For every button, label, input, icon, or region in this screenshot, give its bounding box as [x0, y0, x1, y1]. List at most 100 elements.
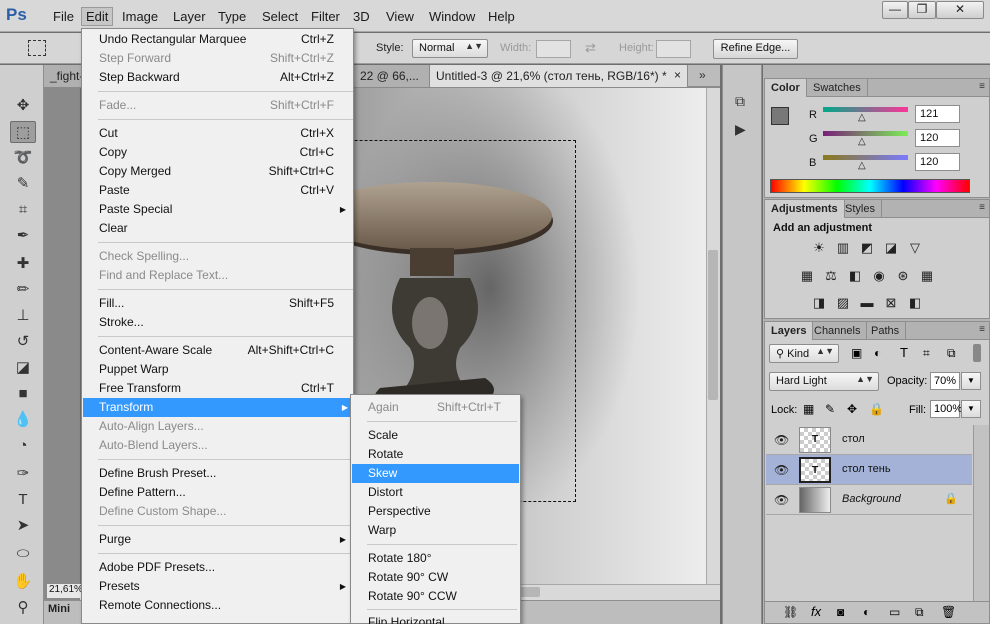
menu-item-check-spelling[interactable]: Check Spelling... — [83, 247, 352, 266]
b-input[interactable]: 120 — [915, 153, 960, 171]
gradient-map-icon[interactable]: ⊠ — [883, 295, 899, 311]
group-folder-icon[interactable]: ▭ — [889, 605, 900, 619]
hue-saturation-icon[interactable]: ▦ — [799, 268, 815, 284]
history-icon[interactable]: ⧉ — [735, 93, 745, 110]
r-input[interactable]: 121 — [915, 105, 960, 123]
menu-item-find-replace[interactable]: Find and Replace Text... — [83, 266, 352, 285]
dodge-tool-icon[interactable]: ◔ — [10, 435, 36, 457]
menu-item-stroke[interactable]: Stroke... — [83, 313, 352, 332]
menu-item-cut[interactable]: Cut Ctrl+X — [83, 124, 352, 143]
menu-select[interactable]: Select — [258, 8, 302, 25]
menu-item-perspective[interactable]: Perspective — [352, 502, 519, 521]
tab-layers[interactable]: Layers — [765, 322, 814, 340]
curves-icon[interactable]: ◩ — [859, 240, 875, 256]
tab-channels[interactable]: Channels — [808, 322, 868, 340]
color-spectrum-bar[interactable] — [770, 179, 970, 193]
layer-row[interactable]: 👁 T стол тень — [766, 455, 972, 485]
menu-item-content-aware-scale[interactable]: Content-Aware Scale Alt+Shift+Ctrl+C — [83, 341, 352, 360]
tab-paths[interactable]: Paths — [865, 322, 907, 340]
channel-mixer-icon[interactable]: ⊛ — [895, 268, 911, 284]
lasso-tool-icon[interactable]: ➰ — [10, 147, 36, 169]
fill-dropdown-icon[interactable]: ▼ — [961, 400, 981, 418]
menu-view[interactable]: View — [382, 8, 418, 25]
opacity-dropdown-icon[interactable]: ▼ — [961, 372, 981, 390]
tab-22[interactable]: 22 @ 66,... — [354, 65, 430, 87]
tab-color[interactable]: Color — [765, 79, 807, 97]
mini-bridge-tab[interactable]: Mini — [48, 603, 82, 619]
menu-item-rotate-180[interactable]: Rotate 180° — [352, 549, 519, 568]
color-lookup-icon[interactable]: ▦ — [919, 268, 935, 284]
menu-item-auto-blend[interactable]: Auto-Blend Layers... — [83, 436, 352, 455]
zoom-tool-icon[interactable]: ⚲ — [10, 597, 36, 619]
visibility-eye-icon[interactable]: 👁 — [774, 463, 789, 477]
filter-type-icon[interactable]: T — [900, 345, 908, 360]
menu-item-again[interactable]: Again Shift+Ctrl+T — [352, 398, 519, 417]
levels-icon[interactable]: ▥ — [835, 240, 851, 256]
menu-item-rotate-90-cw[interactable]: Rotate 90° CW — [352, 568, 519, 587]
opacity-input[interactable]: 70% — [930, 372, 960, 390]
menu-item-define-pattern[interactable]: Define Pattern... — [83, 483, 352, 502]
menu-item-fade[interactable]: Fade... Shift+Ctrl+F — [83, 96, 352, 115]
filter-adjustment-icon[interactable]: ◐ — [874, 346, 881, 360]
menu-item-skew[interactable]: Skew — [352, 464, 519, 483]
color-balance-icon[interactable]: ⚖ — [823, 268, 839, 284]
menu-item-paste-special[interactable]: Paste Special ▶ — [83, 200, 352, 219]
menu-item-transform[interactable]: Transform ▶ — [83, 398, 354, 417]
menu-item-warp[interactable]: Warp — [352, 521, 519, 540]
adjustment-layer-icon[interactable]: ◐ — [863, 605, 870, 619]
menu-item-undo[interactable]: Undo Rectangular Marquee Ctrl+Z — [83, 30, 352, 49]
zoom-readout[interactable]: 21,61% — [47, 584, 83, 598]
swap-icon[interactable]: ⇄ — [585, 40, 596, 56]
menu-filter[interactable]: Filter — [307, 8, 344, 25]
layer-row[interactable]: 👁 Background 🔒 — [766, 485, 972, 515]
menu-item-paste[interactable]: Paste Ctrl+V — [83, 181, 352, 200]
photo-filter-icon[interactable]: ◉ — [871, 268, 887, 284]
menu-item-adobe-pdf-presets[interactable]: Adobe PDF Presets... — [83, 558, 352, 577]
panel-menu-icon[interactable]: ≡ — [979, 81, 985, 92]
rectangular-marquee-tool-icon[interactable]: ⬚ — [10, 121, 36, 143]
foreground-color-swatch[interactable] — [771, 107, 789, 125]
menu-item-define-custom-shape[interactable]: Define Custom Shape... — [83, 502, 352, 521]
menu-item-auto-align[interactable]: Auto-Align Layers... — [83, 417, 352, 436]
menu-layer[interactable]: Layer — [169, 8, 210, 25]
menu-item-step-forward[interactable]: Step Forward Shift+Ctrl+Z — [83, 49, 352, 68]
mask-icon[interactable]: ◙ — [837, 605, 844, 619]
lock-image-icon[interactable]: ✎ — [825, 402, 835, 416]
move-tool-icon[interactable]: ✥ — [10, 95, 36, 117]
filter-kind-select[interactable]: ⚲ Kind ▲▼ — [769, 344, 839, 363]
filter-toggle[interactable] — [973, 344, 981, 362]
eraser-tool-icon[interactable]: ◪ — [10, 357, 36, 379]
marquee-preset-icon[interactable] — [28, 40, 46, 56]
height-field[interactable] — [656, 40, 691, 58]
threshold-icon[interactable]: ▬ — [859, 295, 875, 311]
posterize-icon[interactable]: ▨ — [835, 295, 851, 311]
filter-pixel-icon[interactable]: ▣ — [851, 346, 862, 360]
layers-scrollbar[interactable] — [973, 425, 989, 601]
menu-item-purge[interactable]: Purge ▶ — [83, 530, 352, 549]
brush-tool-icon[interactable]: ✏ — [10, 279, 36, 301]
path-selection-tool-icon[interactable]: ➤ — [10, 515, 36, 537]
panel-menu-icon[interactable]: ≡ — [979, 202, 985, 213]
visibility-eye-icon[interactable]: 👁 — [774, 493, 789, 507]
link-icon[interactable]: ⛓ — [783, 605, 798, 619]
new-layer-icon[interactable]: ⧉ — [915, 605, 924, 620]
menu-edit[interactable]: Edit — [81, 7, 114, 26]
visibility-eye-icon[interactable]: 👁 — [774, 433, 789, 447]
gradient-tool-icon[interactable]: ■ — [10, 383, 36, 405]
selective-color-icon[interactable]: ◧ — [907, 295, 923, 311]
menu-3d[interactable]: 3D — [349, 8, 374, 25]
clone-stamp-tool-icon[interactable]: ⊥ — [10, 305, 36, 327]
lock-transparent-icon[interactable]: ▦ — [803, 402, 814, 416]
exposure-icon[interactable]: ◪ — [883, 240, 899, 256]
tabs-overflow-icon[interactable]: » — [699, 68, 706, 82]
lock-all-icon[interactable]: 🔒 — [869, 402, 884, 416]
fill-input[interactable]: 100% — [930, 400, 962, 418]
ellipse-tool-icon[interactable]: ⬭ — [10, 543, 36, 565]
actions-play-icon[interactable]: ▶ — [735, 121, 746, 138]
hand-tool-icon[interactable]: ✋ — [10, 571, 36, 593]
g-slider-thumb[interactable]: △ — [858, 136, 866, 147]
black-white-icon[interactable]: ◧ — [847, 268, 863, 284]
menu-item-copy[interactable]: Copy Ctrl+C — [83, 143, 352, 162]
brightness-icon[interactable]: ☀ — [811, 240, 827, 256]
close-button[interactable]: ✕ — [936, 1, 984, 19]
